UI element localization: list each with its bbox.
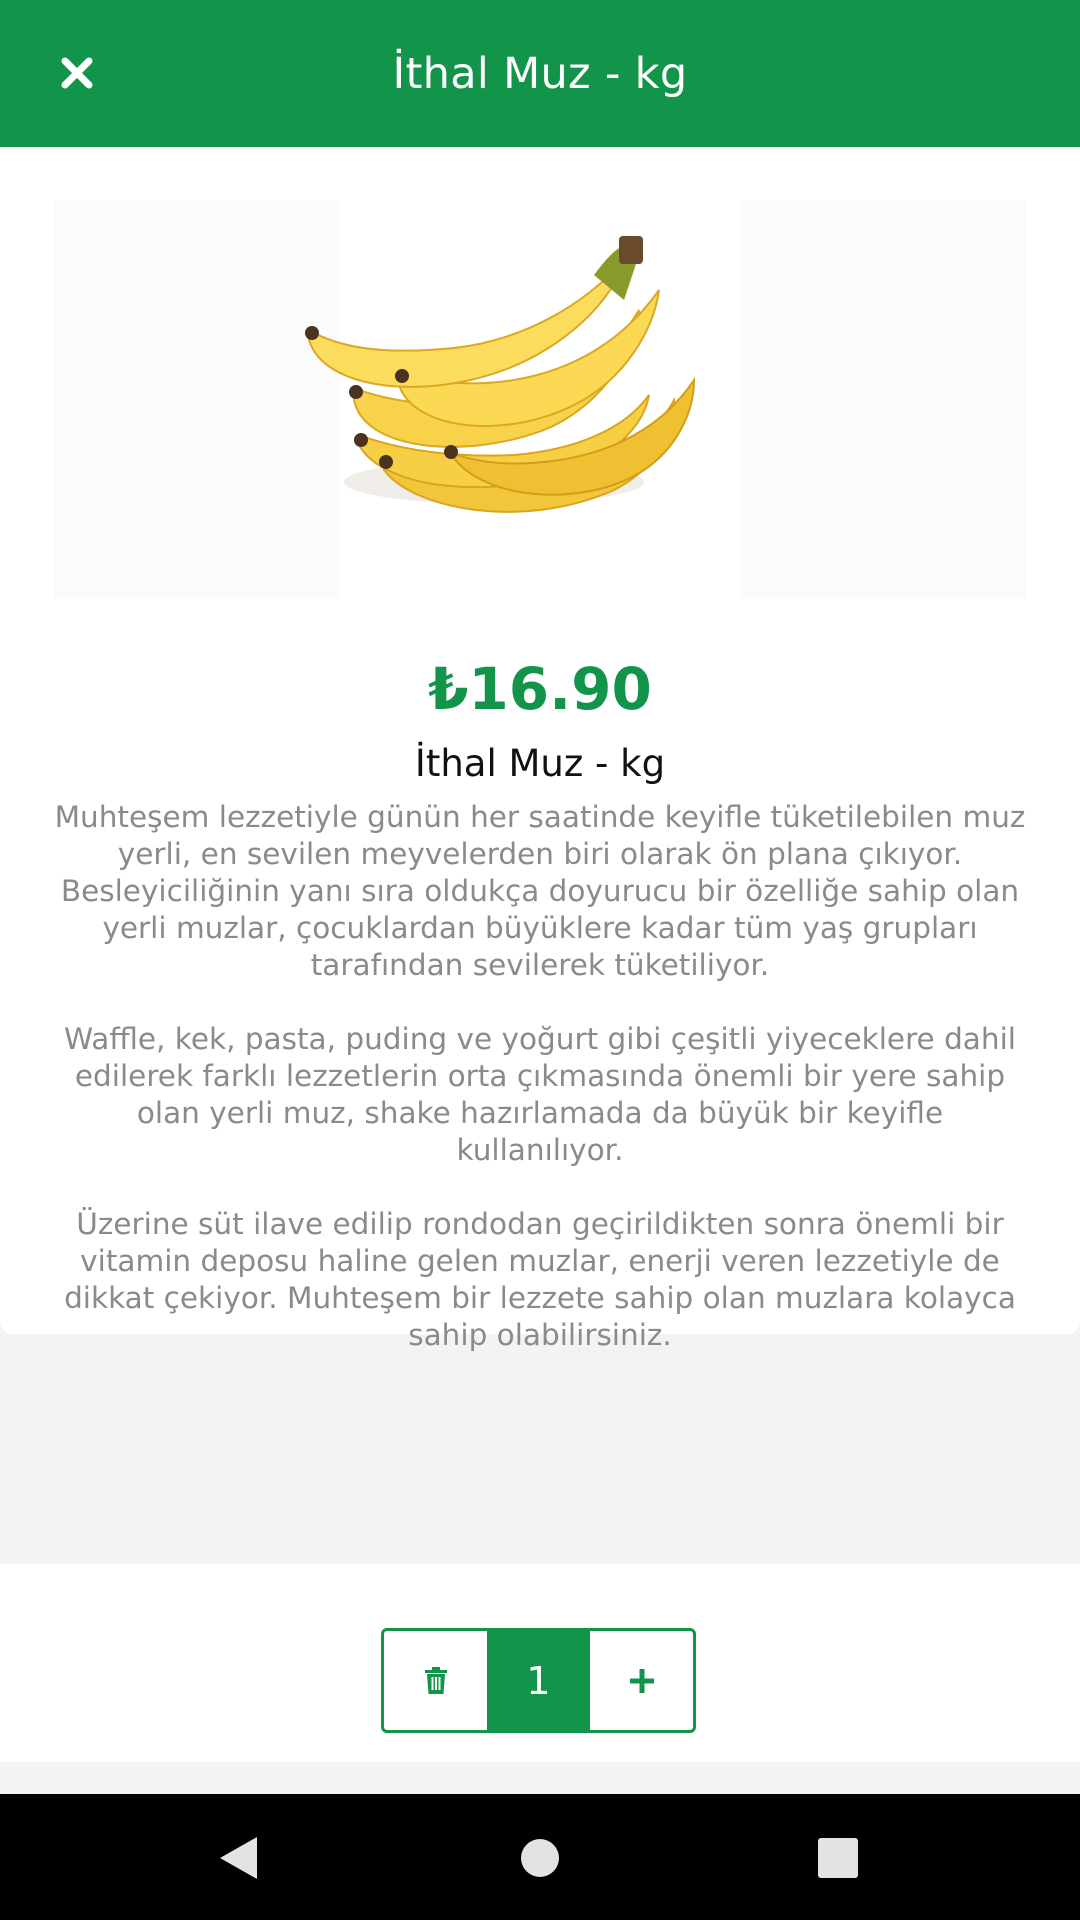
product-description: Muhteşem lezzetiyle günün her saatinde k… <box>50 799 1030 1391</box>
banana-bunch-image <box>305 236 696 513</box>
product-price: ₺16.90 <box>428 655 652 723</box>
plus-icon <box>629 1668 654 1693</box>
product-name: İthal Muz - kg <box>414 742 666 785</box>
trash-icon <box>424 1666 447 1694</box>
close-button[interactable] <box>44 40 110 106</box>
app-header: İthal Muz - kg <box>0 0 1080 147</box>
description-paragraph: Waffle, kek, pasta, puding ve yoğurt gib… <box>64 1022 1016 1167</box>
description-paragraph: Üzerine süt ilave edilip rondodan geçiri… <box>64 1207 1016 1352</box>
product-card: ₺16.90 İthal Muz - kg Muhteşem lezzetiyl… <box>0 147 1080 1352</box>
close-icon <box>61 57 93 89</box>
remove-button[interactable] <box>384 1631 487 1730</box>
product-image <box>54 200 1026 598</box>
quantity-value: 1 <box>487 1631 590 1730</box>
home-button[interactable] <box>513 1831 567 1885</box>
cart-panel: 1 <box>0 1564 1080 1762</box>
description-paragraph: Muhteşem lezzetiyle günün her saatinde k… <box>54 800 1026 982</box>
page-title: İthal Muz - kg <box>392 48 688 99</box>
recents-button[interactable] <box>811 1831 865 1885</box>
quantity-stepper: 1 <box>381 1628 696 1733</box>
back-button[interactable] <box>212 1831 266 1885</box>
recents-square-icon <box>818 1838 858 1878</box>
add-button[interactable] <box>590 1631 693 1730</box>
system-navigation-bar <box>0 1794 1080 1920</box>
back-triangle-icon <box>220 1837 257 1879</box>
home-circle-icon <box>521 1839 559 1877</box>
